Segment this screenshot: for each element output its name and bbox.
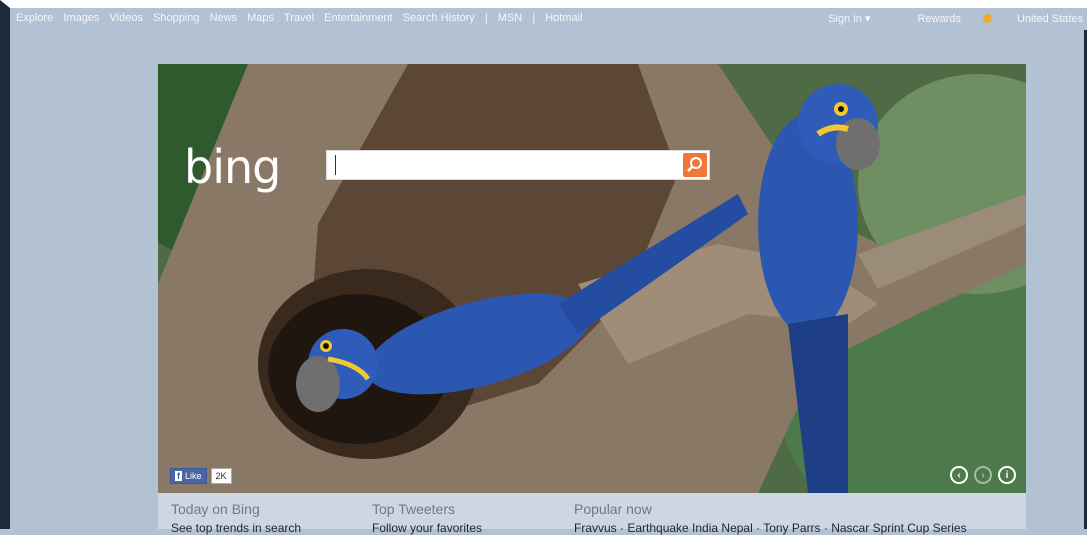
search-box — [326, 150, 710, 180]
window-left-border — [0, 8, 10, 529]
nav-msn[interactable]: MSN — [498, 12, 522, 24]
nav-separator: | — [484, 12, 488, 24]
top-navigation-bar: Explore Images Videos Shopping News Maps… — [0, 0, 1087, 30]
prev-arrow-icon[interactable]: ‹ — [950, 466, 968, 484]
macaw-photo — [158, 64, 1026, 493]
today-on-bing: Today on Bing See top trends in search — [171, 501, 301, 535]
nav-entertainment[interactable]: Entertainment — [324, 12, 392, 24]
bing-logo[interactable]: bing — [184, 140, 281, 194]
popular-now-links[interactable]: Fravvus · Earthquake India Nepal · Tony … — [574, 521, 967, 535]
nav-search-history[interactable]: Search History — [403, 12, 475, 24]
popular-now: Popular now Fravvus · Earthquake India N… — [574, 501, 967, 535]
facebook-like-button[interactable]: f Like — [170, 468, 207, 484]
region-selector[interactable]: United States — [1017, 13, 1083, 25]
rewards-label: Rewards — [917, 13, 961, 25]
nav-news[interactable]: News — [210, 12, 238, 24]
sign-in-button[interactable]: Sign in ▾ — [828, 13, 870, 25]
nav-maps[interactable]: Maps — [247, 12, 274, 24]
rewards-link[interactable]: Rewards — [895, 13, 992, 25]
account-links: Sign in ▾ Rewards United States — [806, 12, 1083, 25]
popular-now-title: Popular now — [574, 501, 652, 517]
top-tweeters-link[interactable]: Follow your favorites — [372, 521, 482, 535]
nav-explore[interactable]: Explore — [16, 12, 53, 24]
top-tweeters: Top Tweeters Follow your favorites — [372, 501, 482, 535]
search-button[interactable] — [683, 153, 707, 177]
nav-separator: | — [532, 12, 536, 24]
search-input[interactable] — [335, 155, 675, 175]
hero-controls: ‹ › i — [950, 466, 1016, 484]
nav-travel[interactable]: Travel — [284, 12, 314, 24]
nav-shopping[interactable]: Shopping — [153, 12, 200, 24]
nav-links: Explore Images Videos Shopping News Maps… — [16, 12, 590, 24]
nav-videos[interactable]: Videos — [110, 12, 143, 24]
today-on-bing-title: Today on Bing — [171, 501, 260, 517]
top-tweeters-title: Top Tweeters — [372, 501, 456, 517]
nav-hotmail[interactable]: Hotmail — [545, 12, 582, 24]
facebook-icon: f — [175, 471, 182, 481]
facebook-like: f Like 2K — [170, 468, 232, 484]
nav-images[interactable]: Images — [63, 12, 99, 24]
today-on-bing-link[interactable]: See top trends in search — [171, 521, 301, 535]
like-label: Like — [185, 471, 202, 481]
info-icon[interactable]: i — [998, 466, 1016, 484]
search-icon — [687, 157, 702, 172]
hotspots-bar: Today on Bing See top trends in search T… — [158, 493, 1026, 535]
next-arrow-icon[interactable]: › — [974, 466, 992, 484]
like-count: 2K — [210, 468, 232, 484]
homepage-hero-image: bing f Like 2K ‹ › i — [158, 64, 1026, 493]
rewards-medal-icon — [982, 14, 992, 23]
